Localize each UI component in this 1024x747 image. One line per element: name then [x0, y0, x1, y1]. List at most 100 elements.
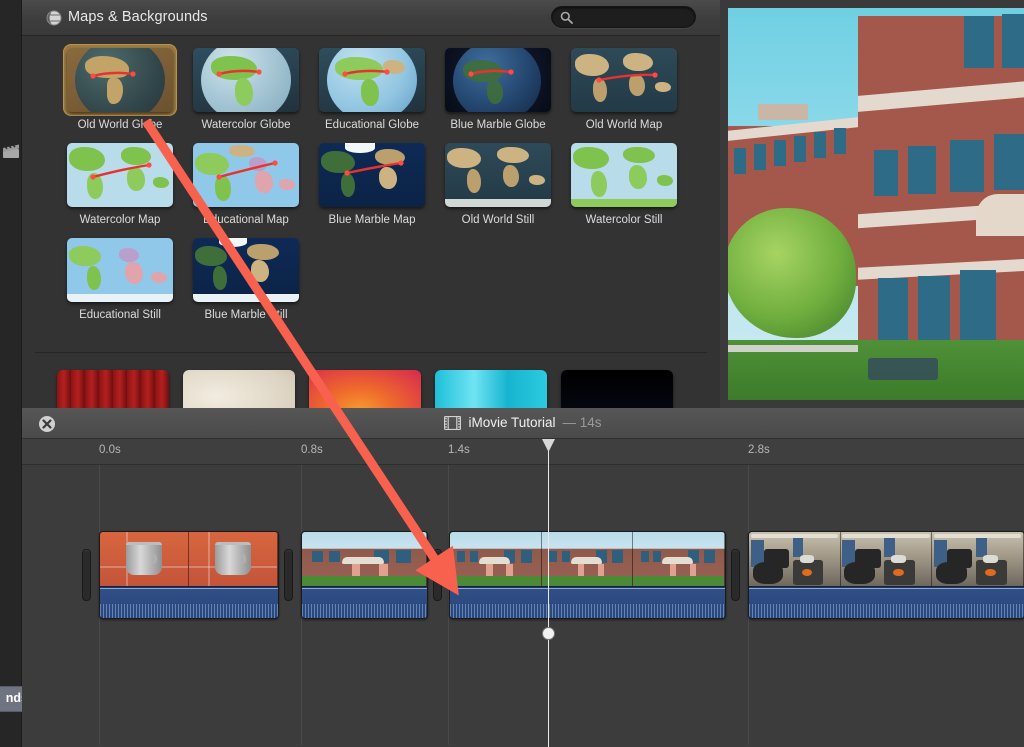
thumb-frame	[568, 45, 680, 115]
thumbnail-art	[193, 238, 299, 302]
thumbnail-art	[571, 48, 677, 112]
clip-frame	[302, 532, 427, 586]
maps-grid: Old World Globe Watercolor Globe Educati…	[57, 45, 717, 330]
thumb-frame	[316, 45, 428, 115]
browser-header: Maps & Backgrounds	[22, 0, 720, 36]
ruler-tick-label: 1.4s	[448, 444, 470, 456]
search-input[interactable]	[577, 8, 689, 26]
map-item-educational-map[interactable]: Educational Map	[183, 140, 309, 235]
browser-body: Old World Globe Watercolor Globe Educati…	[22, 36, 720, 408]
map-item-watercolor-still[interactable]: Watercolor Still	[561, 140, 687, 235]
section-divider	[35, 352, 707, 353]
map-item-label: Educational Still	[79, 309, 161, 321]
left-sidebar: nds	[0, 0, 36, 747]
map-item-educational-globe[interactable]: Educational Globe	[309, 45, 435, 140]
clip-frame	[100, 532, 189, 586]
thumbnail-art	[67, 143, 173, 207]
walkway	[728, 345, 858, 352]
map-item-blue-marble-map[interactable]: Blue Marble Map	[309, 140, 435, 235]
map-item-old-world-still[interactable]: Old World Still	[435, 140, 561, 235]
thumbnail-art	[445, 48, 551, 112]
search-icon	[560, 11, 573, 24]
map-item-label: Old World Globe	[77, 119, 163, 131]
thumb-frame	[64, 140, 176, 210]
background-item-orange-gradient[interactable]	[309, 370, 435, 408]
thumb-frame	[190, 140, 302, 210]
map-item-blue-marble-still[interactable]: Blue Marble Still	[183, 235, 309, 330]
thumb-frame	[442, 140, 554, 210]
background-item-cyan[interactable]	[435, 370, 561, 408]
backgrounds-row	[57, 370, 687, 408]
background-item-red-curtain[interactable]	[57, 370, 183, 408]
thumbnail-art	[561, 370, 673, 408]
thumbnail-art	[309, 370, 421, 408]
preview-viewer[interactable]	[720, 0, 1024, 408]
film-strip-icon	[444, 415, 462, 430]
map-item-old-world-map[interactable]: Old World Map	[561, 45, 687, 140]
clip-mug[interactable]	[99, 531, 279, 619]
clip-filmstrip	[100, 532, 278, 587]
clip-frame	[189, 532, 278, 586]
clip-frame	[450, 532, 542, 586]
timeline-title-group: iMovie Tutorial — 14s	[22, 415, 1024, 430]
thumbnail-art	[67, 48, 173, 112]
map-item-label: Watercolor Globe	[201, 119, 291, 131]
clip-machinery[interactable]	[748, 531, 1024, 619]
clapperboard-icon[interactable]	[2, 143, 20, 159]
clip-audio-track	[100, 588, 278, 618]
clip-building-1[interactable]	[301, 531, 428, 619]
map-item-label: Old World Map	[585, 119, 663, 131]
maps-row: Educational Still Blue Marble Still	[57, 235, 717, 330]
clip-building-2[interactable]	[449, 531, 726, 619]
maps-backgrounds-browser: Maps & Backgrounds Old World Globe Water…	[22, 0, 720, 408]
map-item-blue-marble-globe[interactable]: Blue Marble Globe	[435, 45, 561, 140]
thumbnail-art	[183, 370, 295, 408]
map-item-watercolor-map[interactable]: Watercolor Map	[57, 140, 183, 235]
map-item-watercolor-globe[interactable]: Watercolor Globe	[183, 45, 309, 140]
timeline-panel: iMovie Tutorial — 14s 0.0s 0.8s 1.4s 2.8…	[22, 408, 1024, 747]
map-item-label: Educational Map	[203, 214, 289, 226]
time-ruler[interactable]: 0.0s 0.8s 1.4s 2.8s	[22, 439, 1024, 465]
thumbnail-art	[571, 143, 677, 207]
thumbnail-art	[435, 370, 547, 408]
thumb-frame	[316, 140, 428, 210]
map-item-label: Blue Marble Globe	[450, 119, 546, 131]
clip-frame	[932, 532, 1024, 586]
thumbnail-art	[193, 48, 299, 112]
app-window: nds Maps & Backgrounds Old World Globe W…	[0, 0, 1024, 747]
clip-frame	[541, 532, 634, 586]
clip-trim-handle[interactable]	[433, 549, 442, 601]
map-item-label: Watercolor Still	[585, 214, 663, 226]
search-field[interactable]	[551, 6, 696, 28]
clip-frame	[749, 532, 841, 586]
clip-audio-track	[749, 588, 1024, 618]
clip-frame	[633, 532, 725, 586]
project-title: iMovie Tutorial	[468, 415, 556, 430]
thumb-frame	[64, 45, 176, 115]
ruler-tick-label: 0.8s	[301, 444, 323, 456]
thumb-frame	[568, 140, 680, 210]
map-item-label: Educational Globe	[325, 119, 419, 131]
map-item-label: Old World Still	[461, 214, 535, 226]
thumb-frame	[64, 235, 176, 305]
map-item-old-world-globe[interactable]: Old World Globe	[57, 45, 183, 140]
background-item-white-paper[interactable]	[183, 370, 309, 408]
clip-frame	[840, 532, 933, 586]
clip-trim-handle[interactable]	[82, 549, 91, 601]
ruler-tick-label: 2.8s	[748, 444, 770, 456]
thumb-frame	[442, 45, 554, 115]
thumb-frame	[190, 235, 302, 305]
thumbnail-art	[67, 238, 173, 302]
clip-trim-handle[interactable]	[284, 549, 293, 601]
playhead-knob[interactable]	[542, 627, 555, 640]
thumb-frame	[190, 45, 302, 115]
clip-filmstrip	[302, 532, 427, 587]
thumbnail-art	[319, 48, 425, 112]
clip-audio-track	[302, 588, 427, 618]
background-item-black[interactable]	[561, 370, 687, 408]
tree	[728, 208, 856, 338]
map-item-label: Watercolor Map	[79, 214, 161, 226]
viewer-frame-image	[728, 8, 1024, 400]
clip-trim-handle[interactable]	[731, 549, 740, 601]
map-item-educational-still[interactable]: Educational Still	[57, 235, 183, 330]
